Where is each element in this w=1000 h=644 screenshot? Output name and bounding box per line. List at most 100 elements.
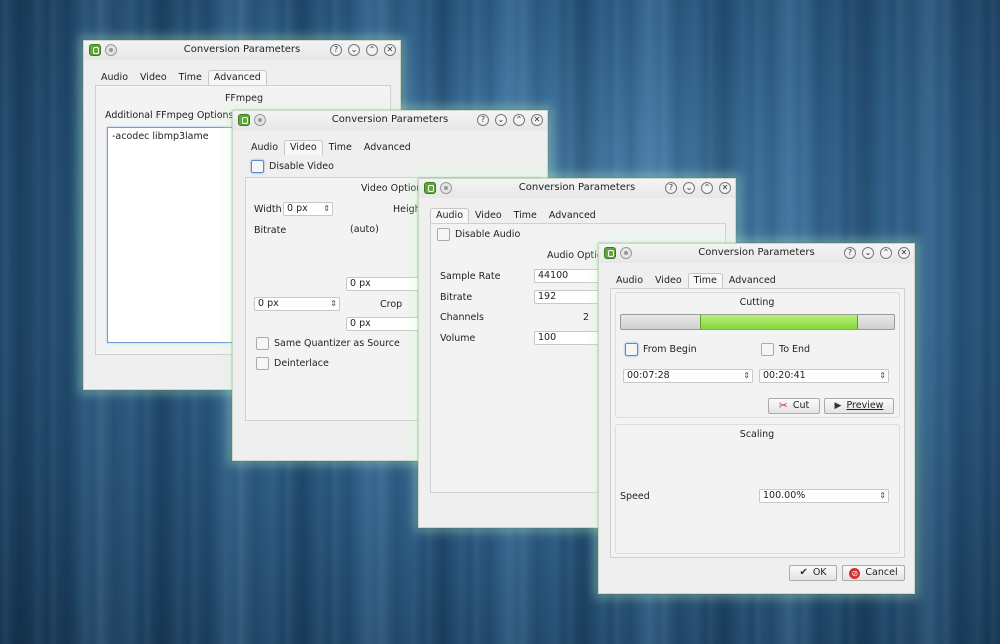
- crop-bottom-value: 0 px: [350, 318, 371, 329]
- disable-video-checkbox[interactable]: [251, 160, 264, 173]
- begin-time-value: 00:07:28: [627, 370, 670, 381]
- end-time-spinbox[interactable]: 00:20:41 ⇕: [759, 369, 889, 383]
- cancel-icon: ⊘: [849, 567, 861, 579]
- sample-rate-value: 44100: [538, 270, 569, 281]
- width-spinbox[interactable]: 0 px ⇕: [283, 202, 333, 216]
- cancel-button[interactable]: ⊘ Cancel: [842, 565, 905, 581]
- crop-left-spinbox[interactable]: 0 px ⇕: [254, 297, 340, 311]
- same-quantizer-checkbox[interactable]: [256, 337, 269, 350]
- play-icon: ▶: [834, 401, 842, 411]
- width-value: 0 px: [287, 203, 308, 214]
- disable-video-label: Disable Video: [269, 161, 334, 172]
- tab-time[interactable]: Time: [508, 208, 543, 223]
- close-icon[interactable]: ✕: [719, 182, 731, 194]
- tab-time[interactable]: Time: [173, 70, 208, 85]
- close-icon[interactable]: ✕: [531, 114, 543, 126]
- sample-rate-combo[interactable]: 44100: [534, 269, 600, 283]
- tab-bar: Audio Video Time Advanced: [430, 208, 602, 223]
- titlebar[interactable]: Conversion Parameters ? ⌄ ⌃ ✕: [233, 111, 547, 130]
- sample-rate-label: Sample Rate: [440, 271, 501, 282]
- spin-arrows-icon[interactable]: ⇕: [879, 370, 886, 382]
- channels-value[interactable]: 2: [583, 312, 589, 323]
- scissors-icon: ✂: [778, 399, 788, 412]
- spin-arrows-icon[interactable]: ⇕: [879, 490, 886, 502]
- help-icon[interactable]: ?: [844, 247, 856, 259]
- titlebar[interactable]: Conversion Parameters ? ⌄ ⌃ ✕: [419, 179, 735, 198]
- bitrate-combo[interactable]: 192: [534, 290, 600, 304]
- begin-time-spinbox[interactable]: 00:07:28 ⇕: [623, 369, 753, 383]
- tab-audio[interactable]: Audio: [95, 70, 134, 85]
- titlebar[interactable]: Conversion Parameters ? ⌄ ⌃ ✕: [84, 41, 400, 60]
- speed-label: Speed: [620, 491, 650, 502]
- titlebar[interactable]: Conversion Parameters ? ⌄ ⌃ ✕: [599, 244, 914, 263]
- cut-label: Cut: [792, 400, 810, 411]
- from-begin-label: From Begin: [643, 344, 697, 355]
- same-quantizer-label: Same Quantizer as Source: [274, 338, 400, 349]
- ok-button[interactable]: ✔ OK: [789, 565, 837, 581]
- speed-spinbox[interactable]: 100.00% ⇕: [759, 489, 889, 503]
- close-icon[interactable]: ✕: [898, 247, 910, 259]
- maximize-icon[interactable]: ⌃: [701, 182, 713, 194]
- help-icon[interactable]: ?: [665, 182, 677, 194]
- crop-label: Crop: [380, 299, 403, 310]
- preview-label: Preview: [846, 400, 884, 411]
- tab-advanced[interactable]: Advanced: [358, 140, 417, 155]
- tab-video[interactable]: Video: [134, 70, 173, 85]
- minimize-icon[interactable]: ⌄: [348, 44, 360, 56]
- maximize-icon[interactable]: ⌃: [513, 114, 525, 126]
- help-icon[interactable]: ?: [477, 114, 489, 126]
- window-time: Conversion Parameters ? ⌄ ⌃ ✕ Audio Vide…: [598, 243, 915, 594]
- tab-time[interactable]: Time: [323, 140, 358, 155]
- tab-bar: Audio Video Time Advanced: [610, 273, 782, 288]
- tab-time[interactable]: Time: [687, 273, 723, 288]
- bitrate-label: Bitrate: [440, 292, 473, 303]
- check-icon: ✔: [799, 567, 808, 578]
- maximize-icon[interactable]: ⌃: [366, 44, 378, 56]
- bitrate-value: 192: [538, 291, 557, 302]
- ffmpeg-options-textarea[interactable]: -acodec libmp3lame: [107, 127, 237, 343]
- minimize-icon[interactable]: ⌄: [862, 247, 874, 259]
- volume-spinbox[interactable]: 100: [534, 331, 600, 345]
- tab-video[interactable]: Video: [284, 140, 323, 155]
- preview-button[interactable]: ▶ Preview: [824, 398, 894, 414]
- tab-audio[interactable]: Audio: [430, 208, 470, 223]
- maximize-icon[interactable]: ⌃: [880, 247, 892, 259]
- scaling-title: Scaling: [739, 429, 775, 440]
- spin-arrows-icon[interactable]: ⇕: [323, 203, 330, 215]
- deinterlace-label: Deinterlace: [274, 358, 329, 369]
- tab-bar: Audio Video Time Advanced: [95, 70, 267, 85]
- options-label: Additional FFmpeg Options: [105, 110, 234, 121]
- cut-button[interactable]: ✂ Cut: [768, 398, 820, 414]
- spin-arrows-icon[interactable]: ⇕: [743, 370, 750, 382]
- tab-audio[interactable]: Audio: [245, 140, 284, 155]
- cancel-label: Cancel: [865, 567, 898, 578]
- crop-top-spinbox[interactable]: 0 px: [346, 277, 420, 291]
- crop-top-value: 0 px: [350, 278, 371, 289]
- to-end-label: To End: [779, 344, 811, 355]
- tab-advanced[interactable]: Advanced: [543, 208, 602, 223]
- tab-advanced[interactable]: Advanced: [207, 70, 267, 85]
- speed-value: 100.00%: [763, 490, 806, 501]
- crop-left-value: 0 px: [258, 298, 279, 309]
- minimize-icon[interactable]: ⌄: [495, 114, 507, 126]
- crop-bottom-spinbox[interactable]: 0 px: [346, 317, 420, 331]
- group-title: FFmpeg: [224, 93, 264, 104]
- tab-audio[interactable]: Audio: [610, 273, 649, 288]
- minimize-icon[interactable]: ⌄: [683, 182, 695, 194]
- help-icon[interactable]: ?: [330, 44, 342, 56]
- bitrate-label: Bitrate: [254, 225, 287, 236]
- cutting-title: Cutting: [739, 297, 775, 308]
- tab-video[interactable]: Video: [649, 273, 688, 288]
- tab-video[interactable]: Video: [469, 208, 508, 223]
- deinterlace-checkbox[interactable]: [256, 357, 269, 370]
- bitrate-value: (auto): [350, 224, 379, 235]
- cut-range-fill[interactable]: [700, 315, 859, 329]
- spin-arrows-icon[interactable]: ⇕: [330, 298, 337, 310]
- disable-audio-checkbox[interactable]: [437, 228, 450, 241]
- cut-range-bar[interactable]: [620, 314, 895, 330]
- from-begin-checkbox[interactable]: [625, 343, 638, 356]
- to-end-checkbox[interactable]: [761, 343, 774, 356]
- close-icon[interactable]: ✕: [384, 44, 396, 56]
- bitrate-field[interactable]: (auto): [346, 223, 420, 237]
- tab-advanced[interactable]: Advanced: [723, 273, 782, 288]
